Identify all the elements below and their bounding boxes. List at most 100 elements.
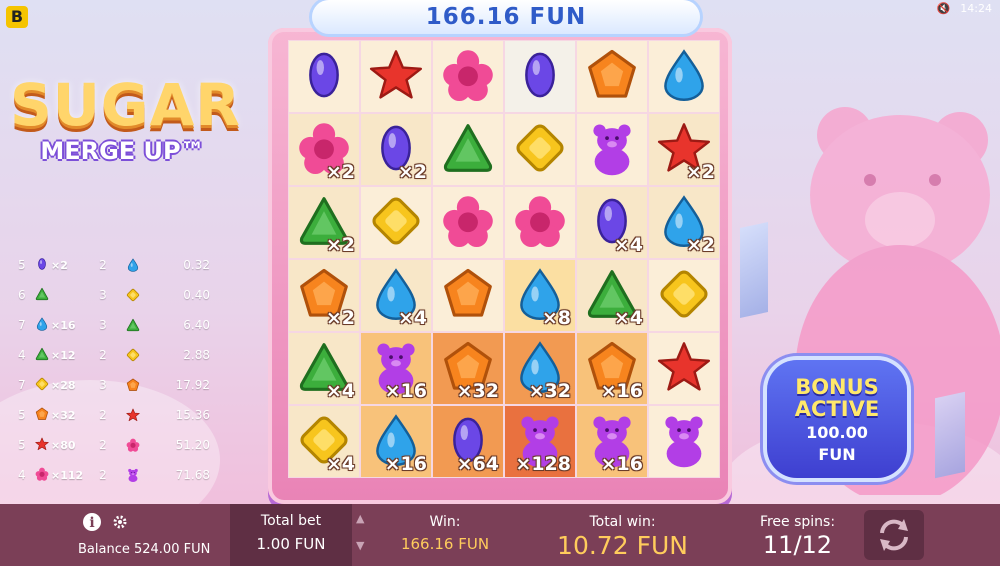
paytable-gem: ×12	[34, 346, 76, 365]
info-icon[interactable]: i	[82, 512, 102, 532]
paytable-value: 2.88	[183, 348, 210, 362]
grid-cell	[504, 113, 576, 186]
grid-cell	[432, 40, 504, 113]
multiplier-label: ×32	[528, 380, 571, 402]
multiplier-label: ×4	[613, 307, 643, 329]
red-candy-icon	[653, 336, 715, 402]
clock: 14:24	[960, 2, 992, 15]
grid-cell: ×4	[576, 186, 648, 259]
grid-cell: ×2	[288, 259, 360, 332]
win-value: 166.16 FUN	[400, 535, 490, 553]
multiplier-label: ×2	[325, 307, 355, 329]
grid-cell: ×2	[360, 113, 432, 186]
paytable-row: 5 ×80 2 51.20	[18, 430, 233, 460]
grid-cell	[648, 405, 720, 478]
red-candy-icon	[34, 436, 50, 455]
paytable-merge-count: 2	[99, 468, 107, 482]
green-candy-icon	[437, 117, 499, 183]
paytable-gem: ×2	[34, 256, 74, 275]
grid-cell	[288, 40, 360, 113]
total-bet-label: Total bet	[260, 513, 322, 529]
paytable-row: 5 ×2 2 0.32	[18, 250, 233, 280]
pink-candy-icon	[118, 437, 148, 453]
paytable-multiplier: ×2	[51, 258, 68, 272]
paytable-merge-count: 2	[99, 348, 107, 362]
total-bet-box[interactable]: Total bet 1.00 FUN	[230, 504, 352, 566]
paytable-count: 4	[18, 468, 26, 482]
bear-candy-icon	[653, 409, 715, 475]
bear-candy-icon	[581, 117, 643, 183]
total-bet-value: 1.00 FUN	[256, 535, 326, 553]
paytable-multiplier: ×16	[51, 318, 76, 332]
total-win-box: Total win: 10.72 FUN	[540, 504, 705, 560]
green-candy-icon	[34, 286, 50, 305]
grid-cell: ×16	[360, 332, 432, 405]
paytable-gem	[34, 286, 74, 305]
multiplier-label: ×16	[384, 453, 427, 475]
paytable-count: 4	[18, 348, 26, 362]
orange-candy-icon	[34, 406, 50, 425]
bear-candy-icon	[118, 467, 148, 483]
purple-candy-icon	[34, 256, 50, 275]
grid-cell	[432, 113, 504, 186]
paytable-multiplier: ×28	[51, 378, 76, 392]
paytable-gem: ×28	[34, 376, 76, 395]
paytable-row: 6 3 0.40	[18, 280, 233, 310]
paytable-multiplier: ×12	[51, 348, 76, 362]
free-spins-label: Free spins:	[759, 514, 836, 530]
grid-cell: ×2	[288, 113, 360, 186]
total-win-value: 10.72 FUN	[557, 531, 688, 560]
win-label: Win:	[429, 514, 461, 530]
bet-increase-arrow-icon[interactable]: ▲	[356, 512, 364, 525]
bonus-title: BONUS ACTIVE	[794, 375, 880, 421]
blue-candy-icon	[653, 44, 715, 110]
purple-candy-icon	[509, 44, 571, 110]
mute-icon[interactable]: 🔇	[937, 2, 951, 15]
grid-cell	[432, 186, 504, 259]
background-crystal	[740, 222, 768, 318]
multiplier-label: ×4	[397, 307, 427, 329]
win-box: Win: 166.16 FUN	[390, 504, 500, 553]
spin-button[interactable]	[864, 510, 924, 560]
red-candy-icon	[365, 44, 427, 110]
background-crystal	[935, 391, 965, 479]
bet-decrease-arrow-icon[interactable]: ▼	[356, 539, 364, 552]
multiplier-label: ×32	[456, 380, 499, 402]
purple-candy-icon	[293, 44, 355, 110]
orange-candy-icon	[581, 44, 643, 110]
red-candy-icon	[118, 407, 148, 423]
multiplier-label: ×4	[613, 234, 643, 256]
pink-candy-icon	[509, 190, 571, 256]
multiplier-label: ×16	[600, 380, 643, 402]
multiplier-label: ×8	[541, 307, 571, 329]
bonus-amount: 100.00 FUN	[806, 423, 868, 464]
settings-gear-icon[interactable]	[112, 514, 128, 530]
paytable-gem: ×32	[34, 406, 76, 425]
grid-cell	[648, 332, 720, 405]
paytable-merge-count: 3	[99, 378, 107, 392]
system-status: 🔇 14:24	[937, 2, 992, 15]
paytable-merge-count: 2	[99, 258, 107, 272]
grid-cell: ×128	[504, 405, 576, 478]
paytable-count: 7	[18, 378, 26, 392]
bottom-bar: i Balance 524.00 FUN Total bet 1.00 FUN …	[0, 504, 1000, 566]
grid-cell	[648, 40, 720, 113]
grid-cell: ×4	[576, 259, 648, 332]
grid-cell: ×16	[576, 405, 648, 478]
free-spins-box: Free spins: 11/12	[735, 504, 860, 559]
brand-logo: B	[6, 6, 28, 28]
merge-paytable: 5 ×2 2 0.32 6 3 0.40 7 ×16 3 6.40 4 ×12 2 2.88 7 ×28 3 17.…	[18, 250, 233, 490]
multiplier-label: ×2	[685, 161, 715, 183]
paytable-count: 5	[18, 408, 26, 422]
spin-refresh-icon	[880, 519, 908, 551]
paytable-value: 17.92	[175, 378, 210, 392]
paytable-gem: ×112	[34, 466, 83, 485]
paytable-value: 0.32	[183, 258, 210, 272]
grid-cell	[360, 40, 432, 113]
game-logo: SUGAR MERGE UP™	[10, 75, 240, 165]
paytable-multiplier: ×32	[51, 408, 76, 422]
grid-cell: ×8	[504, 259, 576, 332]
grid-cell	[576, 40, 648, 113]
svg-text:i: i	[89, 515, 94, 531]
pink-candy-icon	[34, 466, 50, 485]
